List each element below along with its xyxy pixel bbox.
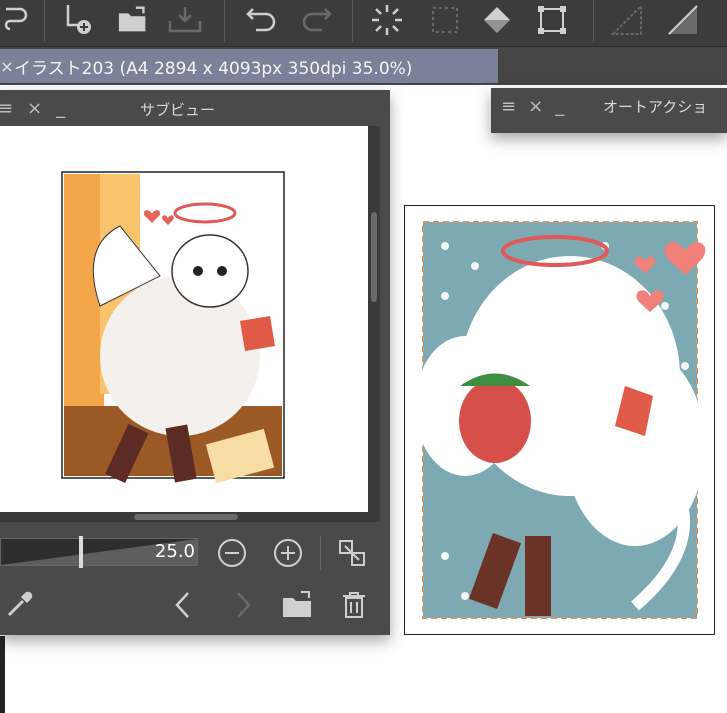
perspective-icon — [668, 5, 698, 35]
canvas-edge — [0, 636, 5, 713]
zoom-out-button[interactable] — [216, 537, 248, 569]
document-tab-bar: × イラスト203 (A4 2894 x 4093px 350dpi 35.0%… — [0, 47, 727, 85]
next-image-button[interactable] — [228, 588, 258, 622]
panel-minimize-icon[interactable]: _ — [555, 96, 564, 117]
ruler-button[interactable] — [610, 0, 644, 40]
perspective-button[interactable] — [666, 0, 700, 40]
fill-icon — [484, 7, 510, 33]
zoom-in-button[interactable] — [272, 537, 304, 569]
new-layer-icon — [66, 5, 91, 34]
fill-button[interactable] — [480, 0, 514, 40]
trash-icon — [343, 592, 365, 618]
transform-button[interactable] — [535, 0, 569, 40]
auto-action-panel: ≡ × _ オートアクショ — [491, 88, 727, 133]
fit-view-icon — [339, 540, 365, 566]
panel-close-icon[interactable]: × — [528, 96, 543, 117]
zoom-out-icon — [218, 539, 246, 567]
vertical-scrollbar[interactable] — [368, 126, 380, 512]
close-tab-icon[interactable]: × — [0, 57, 14, 76]
zoom-value: 25.0 — [154, 541, 195, 562]
document-title: イラスト203 (A4 2894 x 4093px 350dpi 35.0%) — [14, 58, 413, 79]
panel-minimize-icon[interactable]: _ — [56, 98, 65, 119]
sub-view-panel: ≡ × _ サブビュー 25.0 — [0, 90, 390, 635]
zoom-controls: 25.0 — [0, 522, 390, 580]
select-button[interactable] — [428, 0, 462, 40]
ruler-icon — [611, 4, 642, 35]
new-layer-button[interactable] — [60, 0, 94, 40]
sub-view-preview[interactable] — [0, 126, 368, 512]
fit-view-button[interactable] — [336, 537, 368, 569]
sub-view-actions — [0, 580, 390, 626]
open-folder-icon — [118, 6, 146, 32]
lasso-icon — [4, 7, 28, 31]
chevron-right-icon — [237, 592, 251, 618]
lasso-button[interactable] — [0, 0, 34, 40]
zoom-in-icon — [274, 539, 302, 567]
loading-icon — [372, 5, 402, 35]
open-button[interactable] — [117, 0, 151, 40]
document-tab[interactable]: × イラスト203 (A4 2894 x 4093px 350dpi 35.0%… — [0, 49, 498, 83]
loading-button[interactable] — [370, 0, 404, 40]
eyedropper-icon — [7, 591, 33, 617]
panel-menu-icon[interactable]: ≡ — [0, 98, 13, 119]
panel-title: オートアクショ — [603, 98, 708, 116]
chevron-left-icon — [175, 592, 189, 618]
redo-button[interactable] — [299, 0, 333, 40]
zoom-slider[interactable]: 25.0 — [0, 536, 198, 568]
redo-icon — [302, 8, 332, 32]
panel-title: サブビュー — [140, 101, 216, 119]
undo-button[interactable] — [245, 0, 279, 40]
panel-close-icon[interactable]: × — [27, 98, 42, 119]
save-button[interactable] — [168, 0, 202, 40]
zoom-slider-knob[interactable] — [79, 536, 83, 568]
delete-image-button[interactable] — [338, 588, 370, 622]
eyedropper-button[interactable] — [4, 588, 36, 620]
undo-icon — [246, 8, 276, 32]
main-canvas-artwork[interactable] — [404, 205, 715, 635]
import-folder-icon — [283, 591, 311, 617]
horizontal-scrollbar[interactable] — [0, 512, 380, 522]
previous-image-button[interactable] — [168, 588, 198, 622]
command-bar — [0, 0, 727, 47]
import-image-button[interactable] — [280, 588, 316, 622]
select-icon — [432, 7, 458, 33]
save-icon — [168, 7, 202, 33]
transform-icon — [538, 6, 566, 34]
panel-menu-icon[interactable]: ≡ — [501, 96, 516, 117]
